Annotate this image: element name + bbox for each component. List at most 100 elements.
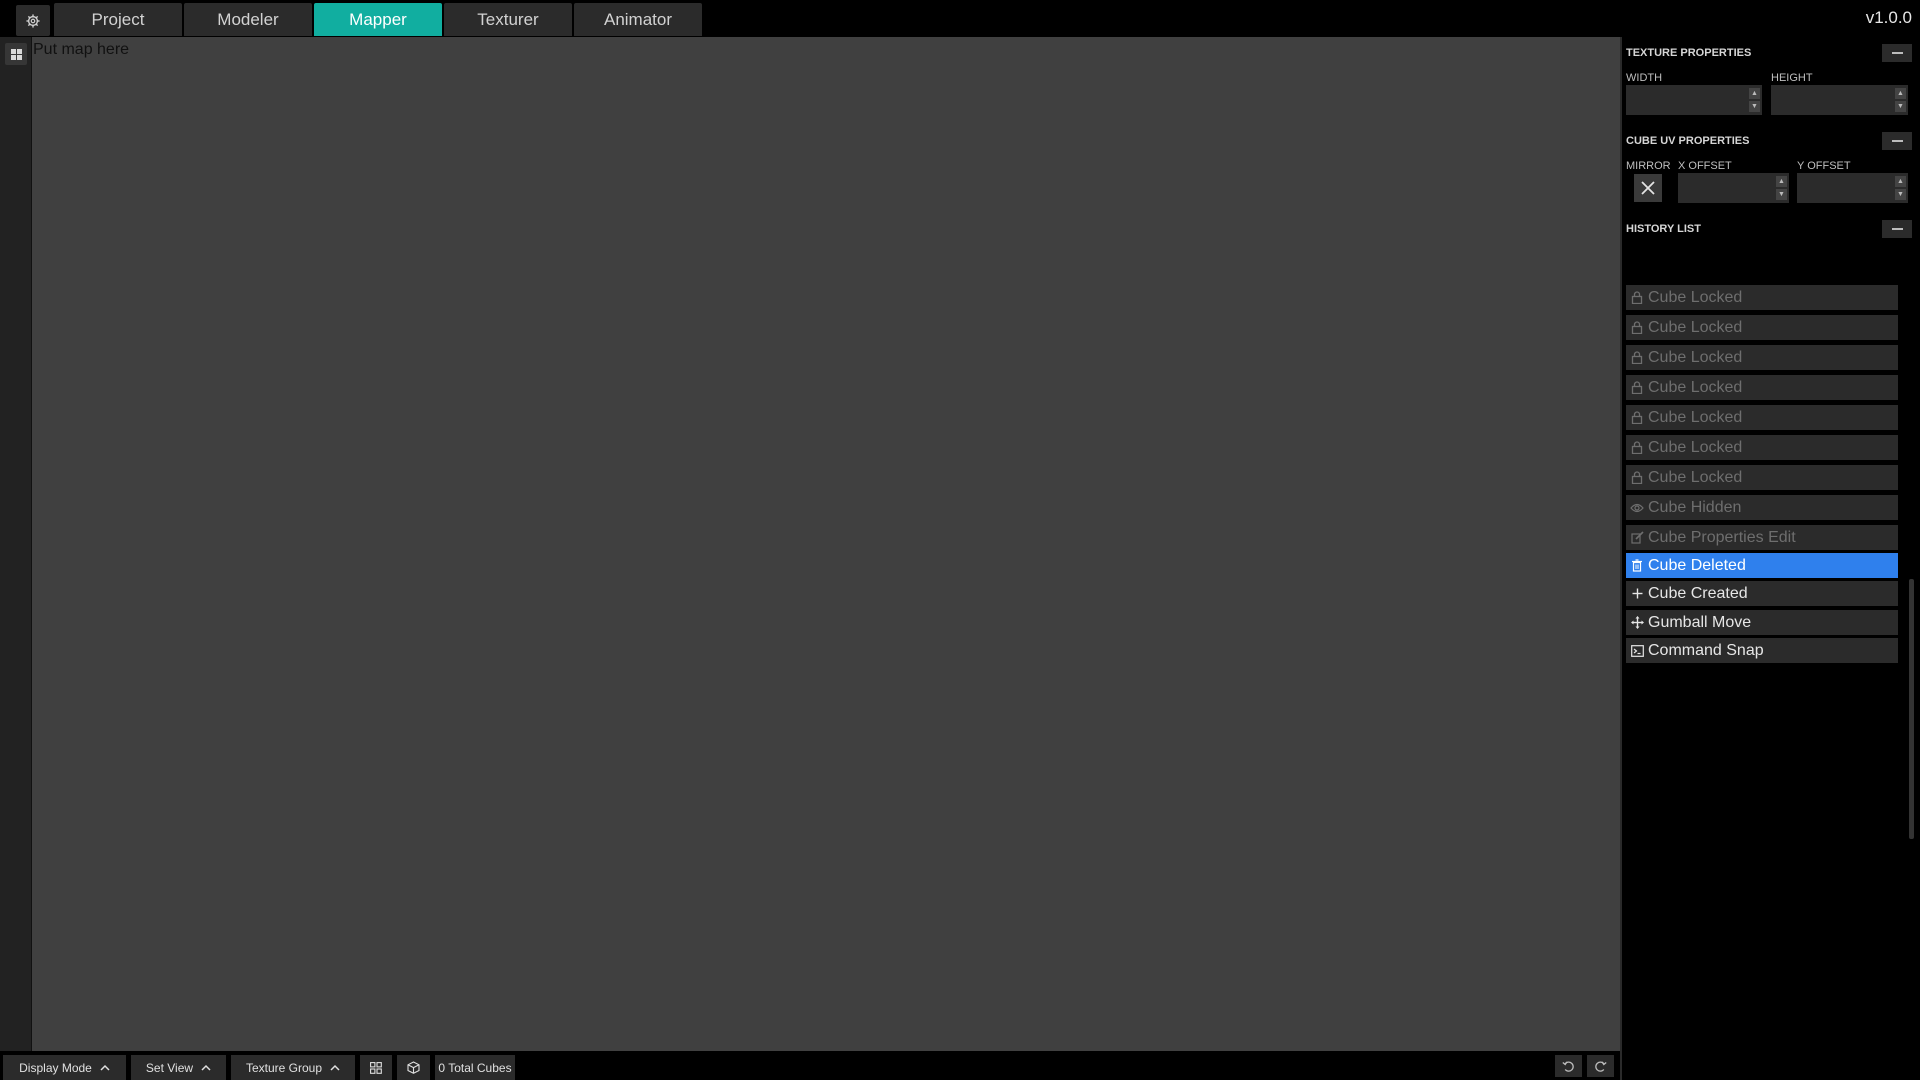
up-arrow-icon[interactable]: ▲	[1776, 176, 1787, 187]
history-item-label: Cube Hidden	[1648, 498, 1742, 516]
total-cubes-label: 0 Total Cubes	[438, 1060, 512, 1075]
x-offset-label: X OFFSET	[1678, 160, 1732, 172]
left-toolbar	[0, 37, 32, 1051]
map-canvas[interactable]: Put map here	[32, 37, 1620, 1051]
redo-button[interactable]	[1587, 1055, 1614, 1077]
history-item-label: Gumball Move	[1648, 613, 1752, 631]
height-label: HEIGHT	[1771, 72, 1813, 84]
up-arrow-icon[interactable]: ▲	[1895, 88, 1906, 99]
height-stepper[interactable]: ▲ ▼	[1895, 88, 1906, 112]
history-item[interactable]: Command Snap	[1626, 638, 1898, 663]
width-stepper[interactable]: ▲ ▼	[1749, 88, 1760, 112]
display-mode-label: Display Mode	[19, 1060, 92, 1075]
plus-icon	[1626, 588, 1648, 599]
version-label: v1.0.0	[1865, 8, 1912, 27]
section-title: CUBE UV PROPERTIES	[1626, 135, 1750, 147]
redo-icon	[1595, 1060, 1607, 1072]
y-offset-stepper[interactable]: ▲ ▼	[1895, 176, 1906, 200]
up-arrow-icon[interactable]: ▲	[1895, 176, 1906, 187]
history-item[interactable]: Cube Locked	[1626, 315, 1898, 340]
history-item[interactable]: Cube Locked	[1626, 285, 1898, 310]
history-item-label: Cube Locked	[1648, 318, 1743, 336]
collapse-button[interactable]	[1882, 132, 1912, 150]
up-arrow-icon[interactable]: ▲	[1749, 88, 1760, 99]
undo-icon	[1562, 1060, 1574, 1072]
edit-icon	[1626, 531, 1648, 544]
down-arrow-icon[interactable]: ▼	[1895, 189, 1906, 200]
history-item-label: Cube Properties Edit	[1648, 528, 1796, 546]
down-arrow-icon[interactable]: ▼	[1749, 101, 1760, 112]
texture-group-button[interactable]: Texture Group	[231, 1055, 355, 1080]
x-offset-stepper[interactable]: ▲ ▼	[1776, 176, 1787, 200]
height-field[interactable]: ▲ ▼	[1771, 85, 1908, 115]
chevron-up-icon	[100, 1064, 110, 1071]
trash-icon	[1626, 559, 1648, 572]
tab-texturer[interactable]: Texturer	[444, 3, 572, 36]
history-item-label: Cube Locked	[1648, 288, 1743, 306]
minus-icon	[1891, 52, 1903, 54]
cube-icon	[407, 1061, 420, 1074]
width-field[interactable]: ▲ ▼	[1626, 85, 1762, 115]
history-item-label: Command Snap	[1648, 641, 1764, 659]
history-item-label: Cube Deleted	[1648, 556, 1746, 574]
section-title: HISTORY LIST	[1626, 223, 1701, 235]
minus-icon	[1891, 140, 1903, 142]
history-item[interactable]: Cube Locked	[1626, 405, 1898, 430]
x-offset-field[interactable]: ▲ ▼	[1678, 173, 1789, 203]
y-offset-label: Y OFFSET	[1797, 160, 1851, 172]
bottom-toolbar: Display Mode Set View Texture Group 0 To…	[0, 1051, 1620, 1080]
top-bar: Project Modeler Mapper Texturer Animator…	[0, 0, 1920, 37]
history-item-label: Cube Locked	[1648, 438, 1743, 456]
mirror-toggle[interactable]	[1634, 174, 1662, 202]
lock-icon	[1626, 351, 1648, 364]
texture-group-label: Texture Group	[245, 1060, 323, 1075]
lock-icon	[1626, 471, 1648, 484]
collapse-button[interactable]	[1882, 220, 1912, 238]
lock-icon	[1626, 441, 1648, 454]
history-scrollbar[interactable]	[1909, 579, 1914, 839]
tab-animator[interactable]: Animator	[574, 3, 702, 36]
y-offset-field[interactable]: ▲ ▼	[1797, 173, 1908, 203]
history-item-label: Cube Created	[1648, 584, 1748, 602]
history-item[interactable]: Cube Hidden	[1626, 495, 1898, 520]
history-item[interactable]: Cube Locked	[1626, 465, 1898, 490]
lock-icon	[1626, 321, 1648, 334]
history-item[interactable]: Cube Locked	[1626, 345, 1898, 370]
history-item[interactable]: Cube Created	[1626, 581, 1898, 606]
grid-view-button[interactable]	[360, 1055, 392, 1080]
set-view-button[interactable]: Set View	[131, 1055, 226, 1080]
grid-icon	[370, 1061, 382, 1074]
history-item[interactable]: Cube Locked	[1626, 435, 1898, 460]
cube-view-button[interactable]	[397, 1055, 430, 1080]
lock-icon	[1626, 291, 1648, 304]
app-window: Project Modeler Mapper Texturer Animator…	[0, 0, 1920, 1080]
chevron-up-icon	[330, 1064, 340, 1071]
set-view-label: Set View	[145, 1060, 194, 1075]
display-mode-button[interactable]: Display Mode	[3, 1055, 126, 1080]
cube-uv-properties-header: CUBE UV PROPERTIES	[1626, 130, 1912, 152]
tab-project[interactable]: Project	[54, 3, 182, 36]
mirror-label: MIRROR	[1626, 160, 1671, 172]
down-arrow-icon[interactable]: ▼	[1776, 189, 1787, 200]
history-list-header: HISTORY LIST	[1626, 218, 1912, 240]
properties-panel: TEXTURE PROPERTIES WIDTH HEIGHT ▲ ▼ ▲ ▼ CU…	[1620, 37, 1920, 1080]
undo-button[interactable]	[1555, 1055, 1582, 1077]
history-item-label: Cube Locked	[1648, 378, 1743, 396]
history-item-label: Cube Locked	[1648, 408, 1743, 426]
history-item[interactable]: Cube Deleted	[1626, 553, 1898, 578]
lock-icon	[1626, 381, 1648, 394]
texture-properties-header: TEXTURE PROPERTIES	[1626, 42, 1912, 64]
layout-toggle-button[interactable]	[5, 43, 27, 65]
history-item[interactable]: Cube Properties Edit	[1626, 525, 1898, 550]
settings-button[interactable]	[16, 5, 50, 36]
history-item[interactable]: Cube Locked	[1626, 375, 1898, 400]
width-label: WIDTH	[1626, 72, 1663, 84]
tab-modeler[interactable]: Modeler	[184, 3, 312, 36]
grid-icon	[10, 48, 22, 60]
down-arrow-icon[interactable]: ▼	[1895, 101, 1906, 112]
tab-mapper[interactable]: Mapper	[314, 3, 442, 36]
history-item[interactable]: Gumball Move	[1626, 610, 1898, 635]
history-item-label: Cube Locked	[1648, 468, 1743, 486]
collapse-button[interactable]	[1882, 44, 1912, 62]
canvas-placeholder-text: Put map here	[33, 41, 130, 58]
